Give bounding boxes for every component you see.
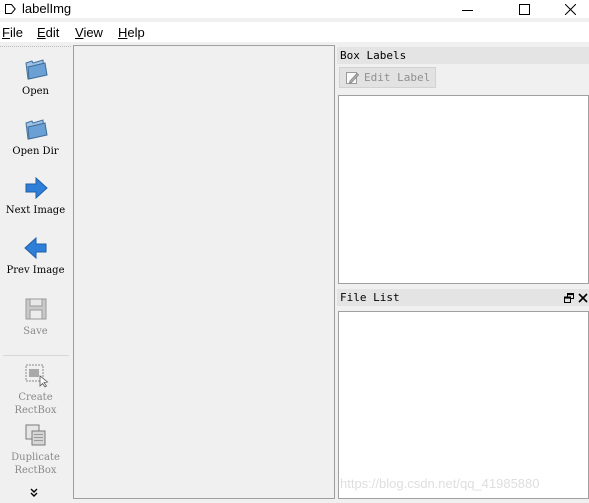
float-dock-icon[interactable] (564, 293, 574, 303)
close-dock-icon[interactable] (578, 293, 588, 303)
labelimg-tag-icon (5, 4, 16, 14)
open-label: Open (22, 86, 49, 97)
next-image-label: Next Image (5, 205, 66, 216)
edit-label-text: Edit Label (364, 71, 431, 84)
watermark-text: https://blog.csdn.net/qq_41985880 (340, 476, 540, 491)
create-rectbox-label: Create RectBox (14, 392, 57, 416)
arrow-left-icon (23, 236, 46, 260)
folder-open-icon (24, 119, 48, 140)
file-list-dock-title: File List (337, 289, 589, 306)
minimize-button[interactable] (444, 0, 490, 18)
save-button[interactable]: Save (0, 296, 71, 338)
save-label: Save (23, 326, 48, 337)
prev-image-label: Prev Image (6, 265, 65, 276)
minimize-icon (461, 9, 473, 11)
duplicate-rectbox-button[interactable]: Duplicate RectBox (0, 422, 71, 477)
open-dir-button[interactable]: Open Dir (0, 116, 71, 158)
image-canvas[interactable] (73, 45, 335, 499)
close-icon (564, 3, 576, 15)
title-bar: labelImg (0, 0, 589, 18)
box-labels-dock-title: Box Labels (337, 47, 589, 64)
menu-help-mnemonic: H (118, 25, 128, 40)
maximize-icon (518, 3, 530, 15)
open-dir-label: Open Dir (12, 146, 59, 157)
menu-bar: File Edit View Help (0, 22, 589, 42)
menu-help[interactable]: Help (118, 25, 145, 40)
next-image-button[interactable]: Next Image (0, 175, 71, 217)
menu-edit[interactable]: Edit (37, 25, 59, 40)
maximize-button[interactable] (501, 0, 547, 18)
menu-edit-label: dit (45, 25, 60, 40)
duplicate-rectbox-icon (25, 424, 45, 446)
edit-label-button[interactable]: Edit Label (339, 67, 436, 88)
file-list[interactable] (338, 311, 589, 499)
menu-file-mnemonic: F (2, 25, 10, 40)
chevron-double-down-icon[interactable] (28, 487, 40, 499)
open-button[interactable]: Open (0, 56, 71, 98)
menu-file-label: ile (9, 25, 23, 40)
edit-pencil-icon (346, 72, 359, 84)
create-rectbox-button[interactable]: Create RectBox (0, 362, 71, 417)
floppy-disk-icon (25, 298, 46, 320)
toolbar-separator (3, 355, 69, 356)
window-title: labelImg (22, 1, 72, 16)
menu-help-label: elp (127, 25, 145, 40)
menu-view[interactable]: View (75, 25, 103, 40)
duplicate-rectbox-label: Duplicate RectBox (11, 452, 60, 476)
box-labels-list[interactable] (338, 95, 589, 284)
folder-open-icon (24, 59, 48, 80)
prev-image-button[interactable]: Prev Image (0, 235, 71, 277)
left-toolbar: Open Open Dir Next Image Prev Image Save (0, 44, 71, 503)
menu-view-label: iew (83, 25, 103, 40)
menu-edit-mnemonic: E (37, 25, 46, 40)
create-rectbox-icon (25, 364, 48, 388)
close-button[interactable] (547, 0, 589, 18)
menu-file[interactable]: File (2, 25, 23, 40)
arrow-right-icon (25, 176, 48, 200)
